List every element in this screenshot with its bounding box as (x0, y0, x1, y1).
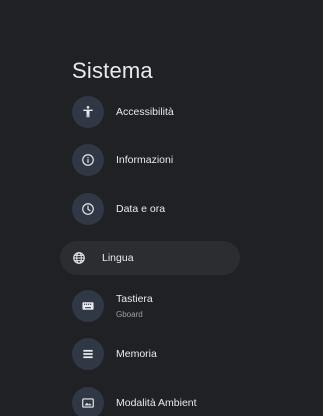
menu-item-language[interactable]: Lingua (60, 241, 240, 275)
menu-item-keyboard[interactable]: Tastiera Gboard (72, 290, 153, 322)
keyboard-icon (72, 290, 104, 322)
clock-icon (72, 193, 104, 225)
menu-item-storage[interactable]: Memoria (72, 338, 157, 370)
system-settings-panel: Sistema Accessibilità Informazioni Data … (0, 0, 323, 416)
keyboard-label: Tastiera (116, 292, 153, 305)
info-label: Informazioni (116, 153, 174, 166)
page-title: Sistema (72, 58, 153, 83)
storage-label: Memoria (116, 347, 157, 360)
date-time-label: Data e ora (116, 202, 166, 215)
ambient-mode-label: Modalità Ambient (116, 396, 197, 409)
globe-icon (72, 242, 94, 274)
info-icon (72, 144, 104, 176)
menu-item-accessibility[interactable]: Accessibilità (72, 96, 174, 128)
accessibility-icon (72, 96, 104, 128)
language-label: Lingua (102, 251, 134, 264)
storage-icon (72, 338, 104, 370)
keyboard-subtitle: Gboard (116, 309, 143, 319)
ambient-icon (72, 387, 104, 416)
accessibility-label: Accessibilità (116, 105, 174, 118)
menu-item-date-time[interactable]: Data e ora (72, 193, 165, 225)
menu-item-info[interactable]: Informazioni (72, 144, 173, 176)
menu-item-ambient-mode[interactable]: Modalità Ambient (72, 387, 197, 416)
